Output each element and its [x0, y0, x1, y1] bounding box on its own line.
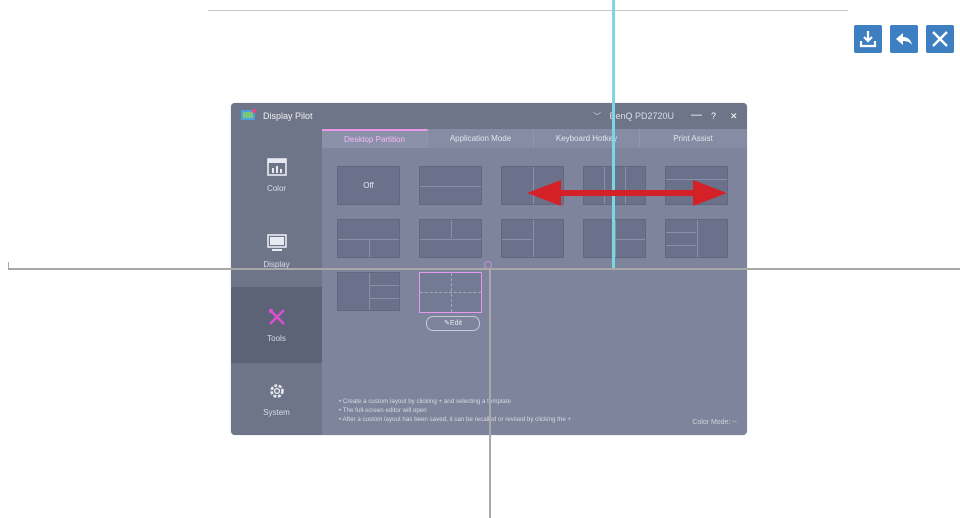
partition-template-tile[interactable]: [419, 166, 482, 205]
title-bar: Display Pilot ﹀ BenQ PD2720U — ? ✕: [231, 103, 747, 129]
app-title: Display Pilot: [263, 111, 313, 121]
download-icon: [859, 31, 877, 48]
guide-tick: [8, 262, 9, 270]
off-label: Off: [363, 181, 374, 190]
sidebar-item-display[interactable]: Display: [231, 213, 322, 289]
minimize-button[interactable]: —: [691, 109, 702, 121]
monitor-name: BenQ PD2720U: [609, 111, 675, 121]
sidebar-item-tools[interactable]: Tools: [231, 287, 322, 363]
sidebar: Color Display Tools System: [231, 129, 322, 435]
monitor-icon: [266, 233, 287, 251]
tab-keyboard-hotkey[interactable]: Keyboard Hotkey: [534, 129, 640, 148]
close-button[interactable]: [926, 25, 954, 53]
sidebar-item-system[interactable]: System: [231, 361, 322, 435]
display-pilot-logo-icon: [241, 109, 257, 120]
double-arrow-icon: [527, 180, 727, 206]
monitor-select[interactable]: ﹀ BenQ PD2720U: [593, 111, 674, 122]
custom-layout-tile[interactable]: [419, 272, 482, 313]
help-line: • The full-screen editor will open: [339, 407, 427, 414]
tab-desktop-partition[interactable]: Desktop Partition: [322, 129, 428, 148]
sidebar-item-label: Tools: [267, 333, 286, 343]
gear-icon: [269, 383, 284, 398]
close-icon: [932, 31, 948, 47]
partition-template-tile[interactable]: [337, 219, 400, 258]
tab-bar: Desktop Partition Application Mode Keybo…: [322, 129, 747, 148]
download-button[interactable]: [854, 25, 882, 53]
partition-off-tile[interactable]: Off: [337, 166, 400, 205]
partition-template-tile[interactable]: [419, 219, 482, 258]
tools-icon: [268, 308, 285, 325]
sidebar-item-color[interactable]: Color: [231, 137, 322, 213]
help-line: • After a custom layout has been saved, …: [339, 416, 572, 423]
partition-template-tile[interactable]: [665, 219, 728, 258]
vertical-guide-line: [489, 270, 491, 518]
undo-button[interactable]: [890, 25, 918, 53]
partition-template-tile[interactable]: [337, 272, 400, 311]
vertical-guide-line: [612, 0, 615, 268]
top-toolbar: [854, 25, 954, 53]
chevron-down-icon: ﹀: [593, 112, 601, 121]
top-divider: [208, 10, 848, 11]
sidebar-item-label: Color: [266, 183, 287, 193]
color-chart-icon: [266, 157, 287, 176]
edit-button[interactable]: ✎Edit: [426, 316, 480, 331]
partition-template-tile[interactable]: [501, 219, 564, 258]
tab-print-assist[interactable]: Print Assist: [640, 129, 746, 148]
help-button[interactable]: ?: [711, 111, 716, 121]
color-mode-status: Color Mode: --: [692, 419, 737, 426]
horizontal-guide-line: [8, 268, 960, 270]
tab-application-mode[interactable]: Application Mode: [428, 129, 534, 148]
help-line: • Create a custom layout by clicking + a…: [339, 398, 511, 405]
window-close-button[interactable]: ✕: [730, 111, 738, 122]
help-text: • Create a custom layout by clicking + a…: [339, 397, 571, 424]
undo-icon: [896, 33, 912, 45]
sidebar-item-label: System: [263, 407, 290, 417]
